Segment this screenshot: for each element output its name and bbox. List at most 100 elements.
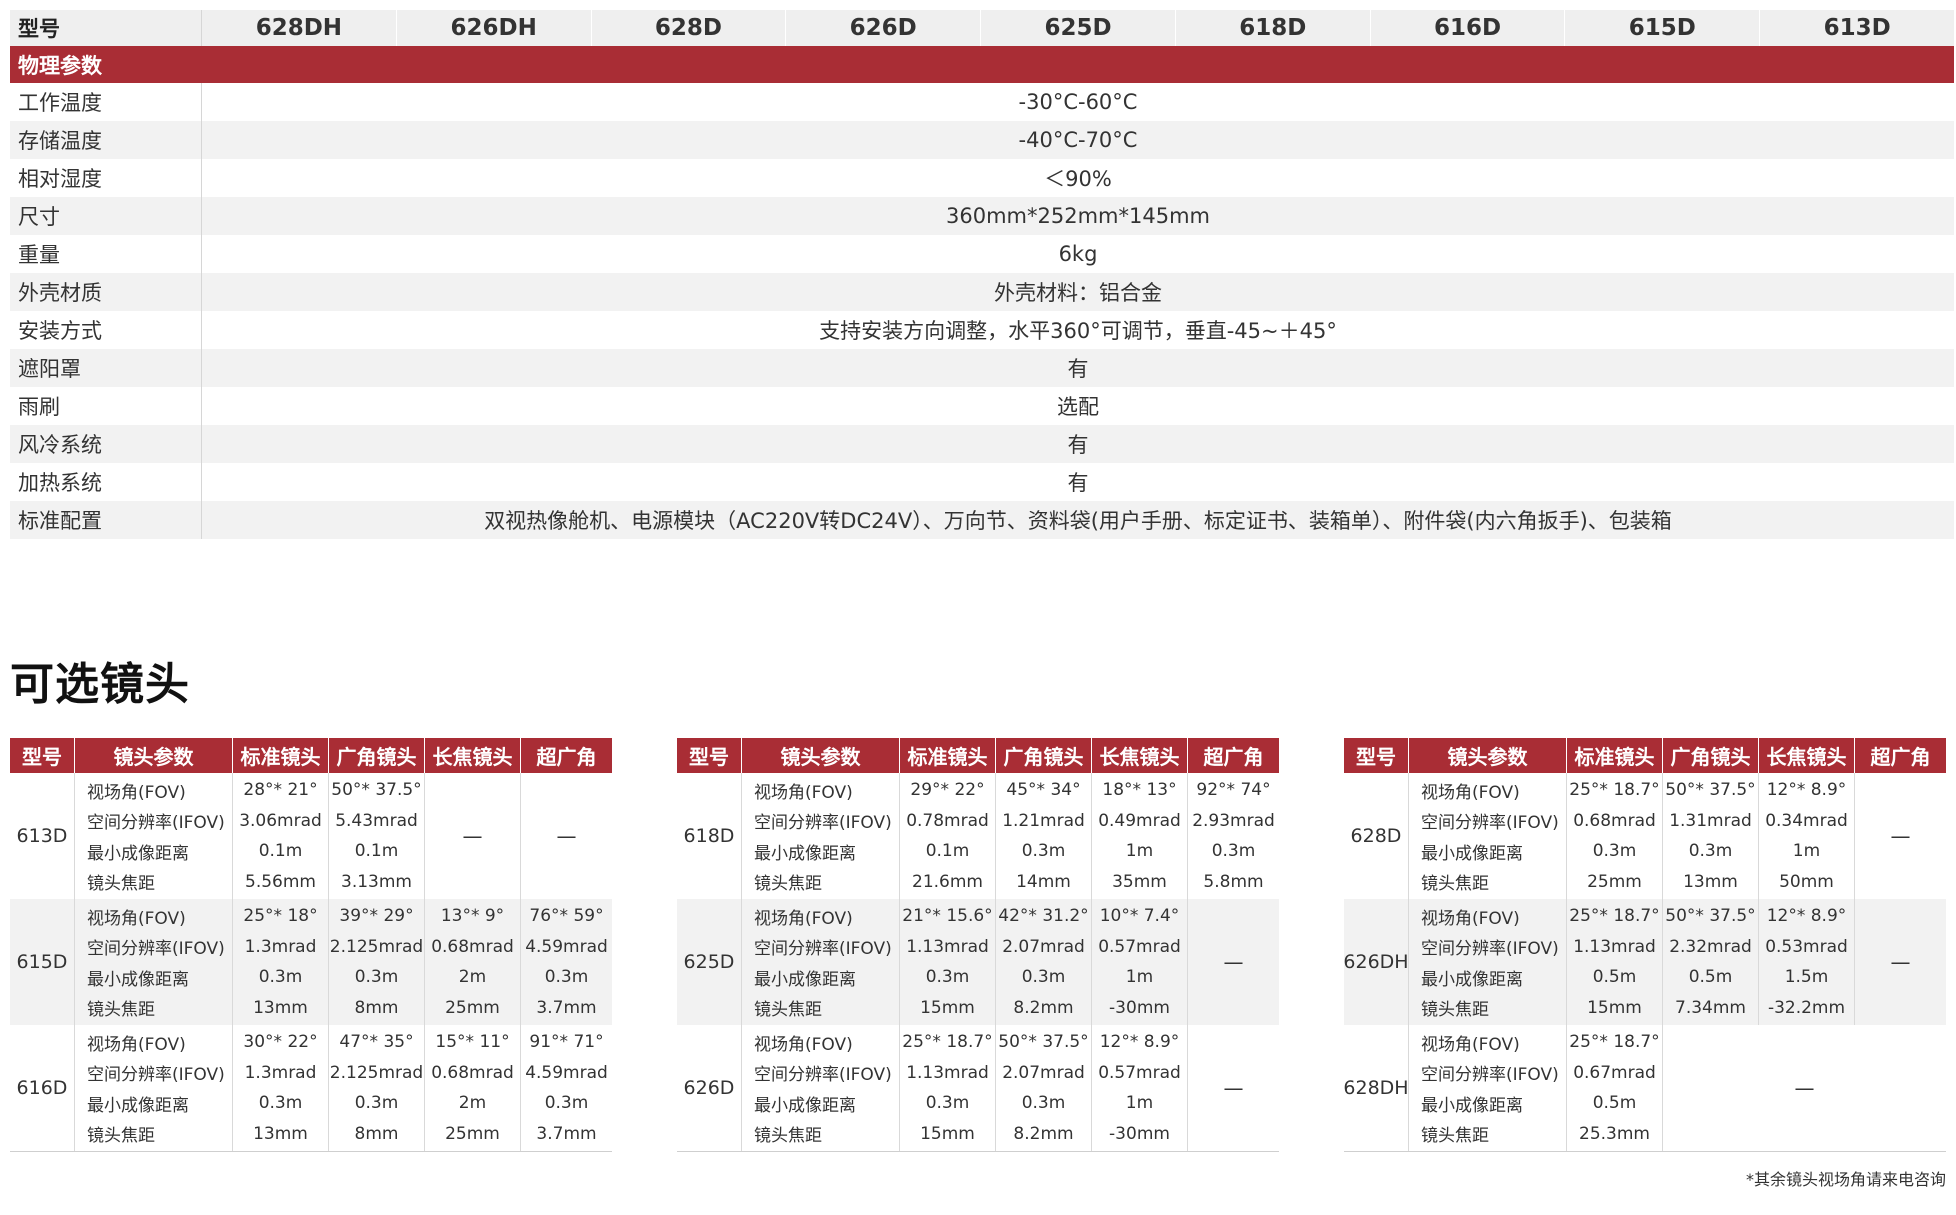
lens-value-col: 50°* 37.5° 2.07mrad 0.3m 8.2mm (995, 1025, 1091, 1151)
lens-value-col: 12°* 8.9° 0.34mrad 1m 50mm (1758, 773, 1854, 899)
lens-header-cell: 广角镜头 (328, 738, 424, 773)
lens-value: -32.2mm (1767, 997, 1846, 1018)
lens-param-label: 空间分辨率(IFOV) (754, 939, 892, 960)
lens-value: 1.13mrad (1573, 936, 1656, 957)
lens-value: 0.3m (1021, 967, 1066, 988)
spec-row-label: 风冷系统 (10, 425, 202, 463)
lens-param-label: 视场角(FOV) (1421, 908, 1520, 929)
lens-value: 8.2mm (1013, 997, 1074, 1018)
lens-value-col: 29°* 22° 0.78mrad 0.1m 21.6mm (899, 773, 995, 899)
spec-row: 存储温度 -40°C-70°C (10, 121, 1954, 159)
lens-value: 2.32mrad (1669, 936, 1752, 957)
lens-header-cell: 长焦镜头 (1758, 738, 1854, 773)
lens-value-col: 92°* 74° 2.93mrad 0.3m 5.8mm (1187, 773, 1279, 899)
lens-value: 1.13mrad (906, 1062, 989, 1083)
lens-param-label: 最小成像距离 (754, 1095, 856, 1116)
lens-value: 3.7mm (536, 1123, 597, 1144)
lens-value: 0.3m (1021, 841, 1066, 862)
lens-value: 12°* 8.9° (1766, 780, 1847, 801)
lens-value: 3.7mm (536, 997, 597, 1018)
lens-value-col: 45°* 34° 1.21mrad 0.3m 14mm (995, 773, 1091, 899)
lens-table-2: 型号 镜头参数 标准镜头 广角镜头 长焦镜头 超广角 618D 视场角(FOV) 空间分辨率(I… (677, 738, 1279, 1152)
lens-param-label: 镜头焦距 (1421, 874, 1489, 895)
lens-value: 21°* 15.6° (902, 906, 993, 927)
lens-param-label: 最小成像距离 (754, 969, 856, 990)
lens-value: 0.68mrad (431, 1062, 514, 1083)
lens-value: 0.49mrad (1098, 810, 1181, 831)
lens-value: 0.3m (544, 1093, 589, 1114)
model-header-cell: 628DH (255, 15, 343, 41)
lens-value-col: 28°* 21° 3.06mrad 0.1m 5.56mm (232, 773, 328, 899)
lens-group: 628DH 视场角(FOV) 空间分辨率(IFOV) 最小成像距离 镜头焦距 25°* 1… (1343, 1025, 1946, 1151)
model-header-cell: 613D (1759, 10, 1954, 46)
lens-value: 2.07mrad (1002, 936, 1085, 957)
lens-value-col: 25°* 18.7° 0.67mrad 0.5m 25.3mm (1566, 1025, 1662, 1151)
lens-value: 13mm (253, 997, 308, 1018)
lens-value: 1m (1125, 967, 1154, 988)
lens-header-cell: 超广角 (520, 738, 612, 773)
lens-value: 0.3m (354, 967, 399, 988)
lens-value: 50°* 37.5° (1665, 906, 1756, 927)
lens-value: 0.5m (1592, 1093, 1637, 1114)
lens-param-label: 最小成像距离 (1421, 969, 1523, 990)
lens-value-col: 25°* 18° 1.3mrad 0.3m 13mm (232, 899, 328, 1025)
lens-header-cell: 标准镜头 (1566, 738, 1662, 773)
lens-na-cell: — (520, 773, 612, 899)
lens-value: 13°* 9° (440, 906, 505, 927)
lens-value: 0.3m (544, 967, 589, 988)
lens-value: 4.59mrad (525, 1062, 608, 1083)
lens-model: 613D (16, 825, 68, 847)
lens-value-col: 18°* 13° 0.49mrad 1m 35mm (1091, 773, 1187, 899)
lens-value: 7.34mm (1675, 997, 1746, 1018)
lens-value: 39°* 29° (339, 906, 414, 927)
lens-value: 21.6mm (912, 871, 983, 892)
lens-value: 1.31mrad (1669, 810, 1752, 831)
lens-header-row: 型号 镜头参数 标准镜头 广角镜头 长焦镜头 超广角 (677, 738, 1279, 773)
lens-param-label: 镜头焦距 (754, 1126, 822, 1147)
lens-value: 50°* 37.5° (1665, 780, 1756, 801)
lens-value: 0.3m (258, 1093, 303, 1114)
lens-value-col: 50°* 37.5° 2.32mrad 0.5m 7.34mm (1662, 899, 1758, 1025)
lens-value: 5.8mm (1203, 871, 1264, 892)
lens-value-col: 91°* 71° 4.59mrad 0.3m 3.7mm (520, 1025, 612, 1151)
lens-value: 25°* 18.7° (902, 1032, 993, 1053)
spec-row-label: 外壳材质 (10, 273, 202, 311)
spec-row-label: 尺寸 (10, 197, 202, 235)
spec-row: 风冷系统 有 (10, 425, 1954, 463)
spec-row-value: 双视热像舱机、电源模块（AC220V转DC24V）、万向节、资料袋(用户手册、标… (484, 509, 1672, 533)
spec-table: 型号 628DH 626DH 628D 626D 625D 618D 616D 615D 613… (10, 10, 1954, 539)
spec-row: 加热系统 有 (10, 463, 1954, 501)
lens-header-cell: 型号 (22, 745, 62, 769)
lens-header-cell: 超广角 (1187, 738, 1279, 773)
lens-value: 5.56mm (245, 871, 316, 892)
model-header-cell: 626DH (395, 10, 591, 46)
lens-header-row: 型号 镜头参数 标准镜头 广角镜头 长焦镜头 超广角 (1344, 738, 1946, 773)
lens-group: 626DH 视场角(FOV) 空间分辨率(IFOV) 最小成像距离 镜头焦距 25°* 1… (1343, 899, 1946, 1025)
lens-value: 1.5m (1784, 967, 1829, 988)
lens-param-list: 视场角(FOV) 空间分辨率(IFOV) 最小成像距离 镜头焦距 (741, 773, 899, 899)
lens-value: 4.59mrad (525, 936, 608, 957)
lens-value: 15mm (920, 1123, 975, 1144)
lens-value-col: 21°* 15.6° 1.13mrad 0.3m 15mm (899, 899, 995, 1025)
model-header-cell: 618D (1174, 10, 1370, 46)
lens-param-label: 空间分辨率(IFOV) (754, 813, 892, 834)
lens-value: 2.07mrad (1002, 1062, 1085, 1083)
spec-row-value: -30°C-60°C (1018, 90, 1138, 114)
lens-param-label: 最小成像距离 (1421, 843, 1523, 864)
lens-param-label: 最小成像距离 (87, 969, 189, 990)
spec-row-label: 存储温度 (10, 121, 202, 159)
spec-row-label: 工作温度 (10, 83, 202, 121)
lens-value: 25°* 18° (243, 906, 318, 927)
lens-param-label: 最小成像距离 (1421, 1095, 1523, 1116)
lens-value: 2.93mrad (1192, 810, 1275, 831)
spec-row: 安装方式 支持安装方向调整，水平360°可调节，垂直-45~＋45° (10, 311, 1954, 349)
lens-value: 10°* 7.4° (1099, 906, 1180, 927)
lens-param-label: 空间分辨率(IFOV) (754, 1065, 892, 1086)
spec-row-value: 选配 (1057, 395, 1099, 419)
spec-row-label: 加热系统 (10, 463, 202, 501)
spec-row-value: 360mm*252mm*145mm (946, 204, 1210, 228)
lens-value: 50°* 37.5° (998, 1032, 1089, 1053)
lens-param-list: 视场角(FOV) 空间分辨率(IFOV) 最小成像距离 镜头焦距 (74, 1025, 232, 1151)
lens-value-col: 39°* 29° 2.125mrad 0.3m 8mm (328, 899, 424, 1025)
lens-model: 615D (16, 951, 68, 973)
